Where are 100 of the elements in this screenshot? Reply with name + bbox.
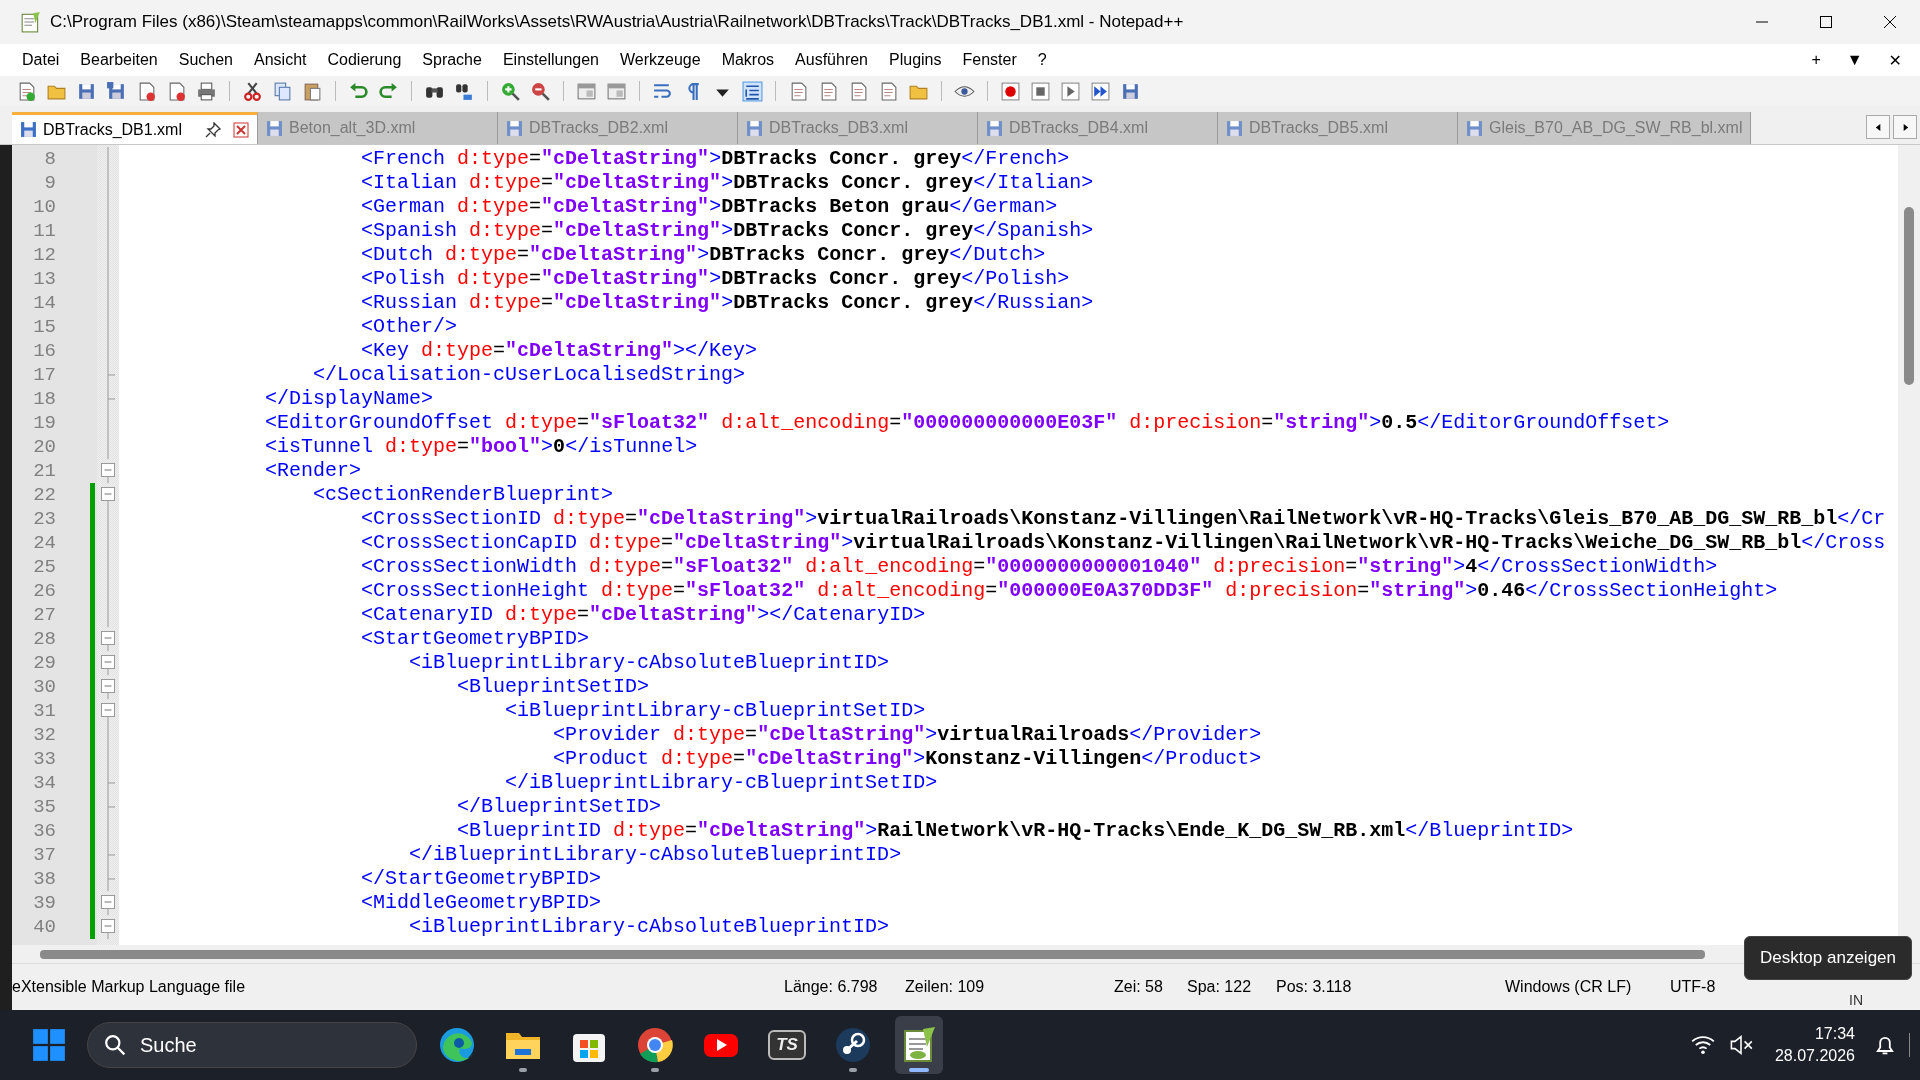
code-line: <Dutch d:type="cDeltaString">DBTracks Concr. grey</Dutch> xyxy=(360,243,1046,267)
swirl-icon[interactable] xyxy=(437,1025,477,1065)
speaker-muted-icon[interactable] xyxy=(1728,1033,1753,1057)
fast-forward-icon[interactable] xyxy=(1090,80,1111,102)
copy-icon[interactable] xyxy=(272,80,293,102)
line-number: 36 xyxy=(32,819,57,843)
collapse-icon[interactable] xyxy=(101,631,115,651)
code-line: </BlueprintSetID> xyxy=(456,795,662,819)
collapse-icon[interactable] xyxy=(101,487,115,507)
start-icon[interactable] xyxy=(32,1028,66,1062)
vertical-scrollbar[interactable] xyxy=(1898,145,1920,945)
app-logo[interactable]: TS xyxy=(768,1030,806,1060)
menu-item[interactable]: Suchen xyxy=(178,51,233,69)
menu-item[interactable]: Ausführen xyxy=(795,51,868,69)
search-icon xyxy=(104,1034,126,1056)
stop-icon[interactable] xyxy=(1030,80,1051,102)
line-number: 24 xyxy=(32,531,57,555)
line-number: 11 xyxy=(32,219,57,243)
line-number: 12 xyxy=(32,243,57,267)
collapse-icon[interactable] xyxy=(101,679,115,699)
left-arrow-icon xyxy=(1873,122,1883,132)
line-number: 21 xyxy=(32,459,57,483)
line-number: 15 xyxy=(32,315,57,339)
wifi-icon[interactable] xyxy=(1690,1033,1715,1057)
menu-control[interactable]: ✕ xyxy=(1888,50,1902,70)
code-line: <Polish d:type="cDeltaString">DBTracks Concr. grey</Polish> xyxy=(360,267,1070,291)
menu-item[interactable]: Sprache xyxy=(422,51,482,69)
line-number: 34 xyxy=(32,771,57,795)
menu-item[interactable]: Werkzeuge xyxy=(620,51,701,69)
collapse-icon[interactable] xyxy=(101,919,115,939)
code-line: <BlueprintSetID> xyxy=(456,675,650,699)
piston-circle-icon[interactable] xyxy=(833,1025,873,1065)
line-number: 14 xyxy=(32,291,57,315)
status-text: Windows (CR LF) xyxy=(1505,978,1633,996)
tricolor-circle-icon[interactable] xyxy=(635,1025,675,1065)
menu-item[interactable]: Makros xyxy=(721,51,775,69)
pin-icon[interactable] xyxy=(205,121,221,138)
menu-item[interactable]: Bearbeiten xyxy=(80,51,158,69)
collapse-icon[interactable] xyxy=(101,703,115,723)
code-line: <CrossSectionWidth d:type="sFloat32" d:alt_encoding="0000000000001040" d:precision="string">4</CrossSectionWidth> xyxy=(360,555,1718,579)
code-line: <CatenaryID d:type="cDeltaString"></CatenaryID> xyxy=(360,603,926,627)
status-text: UTF-8 xyxy=(1670,978,1717,996)
line-number: 19 xyxy=(32,411,57,435)
menu-item[interactable]: Datei xyxy=(22,51,60,69)
zoom-out-icon[interactable] xyxy=(530,80,551,102)
menu-control[interactable]: + xyxy=(1811,51,1821,69)
line-number: 22 xyxy=(32,483,57,507)
code-line: <German d:type="cDeltaString">DBTracks Beton grau</German> xyxy=(360,195,1058,219)
clock-date[interactable]: 28.07.2026 xyxy=(1774,1045,1855,1067)
status-text: IN xyxy=(1849,992,1863,1008)
floppy-disks-icon[interactable] xyxy=(106,80,127,102)
code-line: <iBlueprintLibrary-cBlueprintSetID> xyxy=(504,699,926,723)
printer-icon[interactable] xyxy=(196,80,217,102)
record-icon[interactable] xyxy=(1000,80,1021,102)
line-number: 25 xyxy=(32,555,57,579)
zoom-in-icon[interactable] xyxy=(500,80,521,102)
menu-item[interactable]: Codierung xyxy=(327,51,402,69)
line-number: 39 xyxy=(32,891,57,915)
collapse-icon[interactable] xyxy=(101,463,115,483)
code-line: <Italian d:type="cDeltaString">DBTracks Concr. grey</Italian> xyxy=(360,171,1094,195)
line-number: 30 xyxy=(32,675,57,699)
code-line: <CrossSectionID d:type="cDeltaString">virtualRailroads\Konstanz-Villingen\RailNetwork\vR-HQ-Tracks\Gleis_B70_AB_DG_SW_RB_bl</Cr xyxy=(360,507,1886,531)
scissors-icon[interactable] xyxy=(242,80,263,102)
line-number: 33 xyxy=(32,747,57,771)
code-line: <BlueprintID d:type="cDeltaString">RailNetwork\vR-HQ-Tracks\Ende_K_DG_SW_RB.xml</BlueprintID> xyxy=(456,819,1574,843)
line-number: 26 xyxy=(32,579,57,603)
menu-item[interactable]: ? xyxy=(1037,51,1047,69)
line-number: 27 xyxy=(32,603,57,627)
scroll-right-button[interactable] xyxy=(1893,115,1917,139)
code-line: <Russian d:type="cDeltaString">DBTracks Concr. grey</Russian> xyxy=(360,291,1094,315)
file-tab[interactable]: DBTracks_DB1.xml xyxy=(12,112,258,144)
close-icon[interactable] xyxy=(1882,14,1898,30)
line-number: 32 xyxy=(32,723,57,747)
code-line: <iBlueprintLibrary-cAbsoluteBlueprintID> xyxy=(408,651,890,675)
collapse-icon[interactable] xyxy=(101,895,115,915)
collapse-icon[interactable] xyxy=(101,655,115,675)
menu-item[interactable]: Ansicht xyxy=(254,51,307,69)
status-text: Zeilen: 109 xyxy=(905,978,986,996)
line-number: 38 xyxy=(32,867,57,891)
play-icon[interactable] xyxy=(1060,80,1081,102)
menu-item[interactable]: Plugins xyxy=(889,51,942,69)
menu-control[interactable]: ▼ xyxy=(1846,51,1863,69)
menu-item[interactable]: Einstellungen xyxy=(502,51,599,69)
line-number: 23 xyxy=(32,507,57,531)
code-line: <StartGeometryBPID> xyxy=(360,627,590,651)
code-line: <CrossSectionHeight d:type="sFloat32" d:alt_encoding="000000E0A370DD3F" d:precision="string">0.46</CrossSectionHeight> xyxy=(360,579,1778,603)
indent-icon[interactable] xyxy=(742,80,763,102)
line-number: 16 xyxy=(32,339,57,363)
code-line: <EditorGroundOffset d:type="sFloat32" d:alt_encoding="000000000000E03F" d:precision="string">0.5</EditorGroundOffset> xyxy=(264,411,1670,435)
line-number: 17 xyxy=(32,363,57,387)
search-field[interactable]: Suche xyxy=(87,1022,417,1068)
code-line: <isTunnel d:type="bool">0</isTunnel> xyxy=(264,435,698,459)
clock-time[interactable]: 17:34 xyxy=(1814,1023,1855,1045)
line-number: 20 xyxy=(32,435,57,459)
code-line: <Other/> xyxy=(360,315,458,339)
scroll-left-button[interactable] xyxy=(1866,115,1890,139)
notepad-icon xyxy=(20,11,42,33)
menu-item[interactable]: Fenster xyxy=(962,51,1017,69)
maximize-icon[interactable] xyxy=(1818,14,1834,30)
line-number: 31 xyxy=(32,699,57,723)
